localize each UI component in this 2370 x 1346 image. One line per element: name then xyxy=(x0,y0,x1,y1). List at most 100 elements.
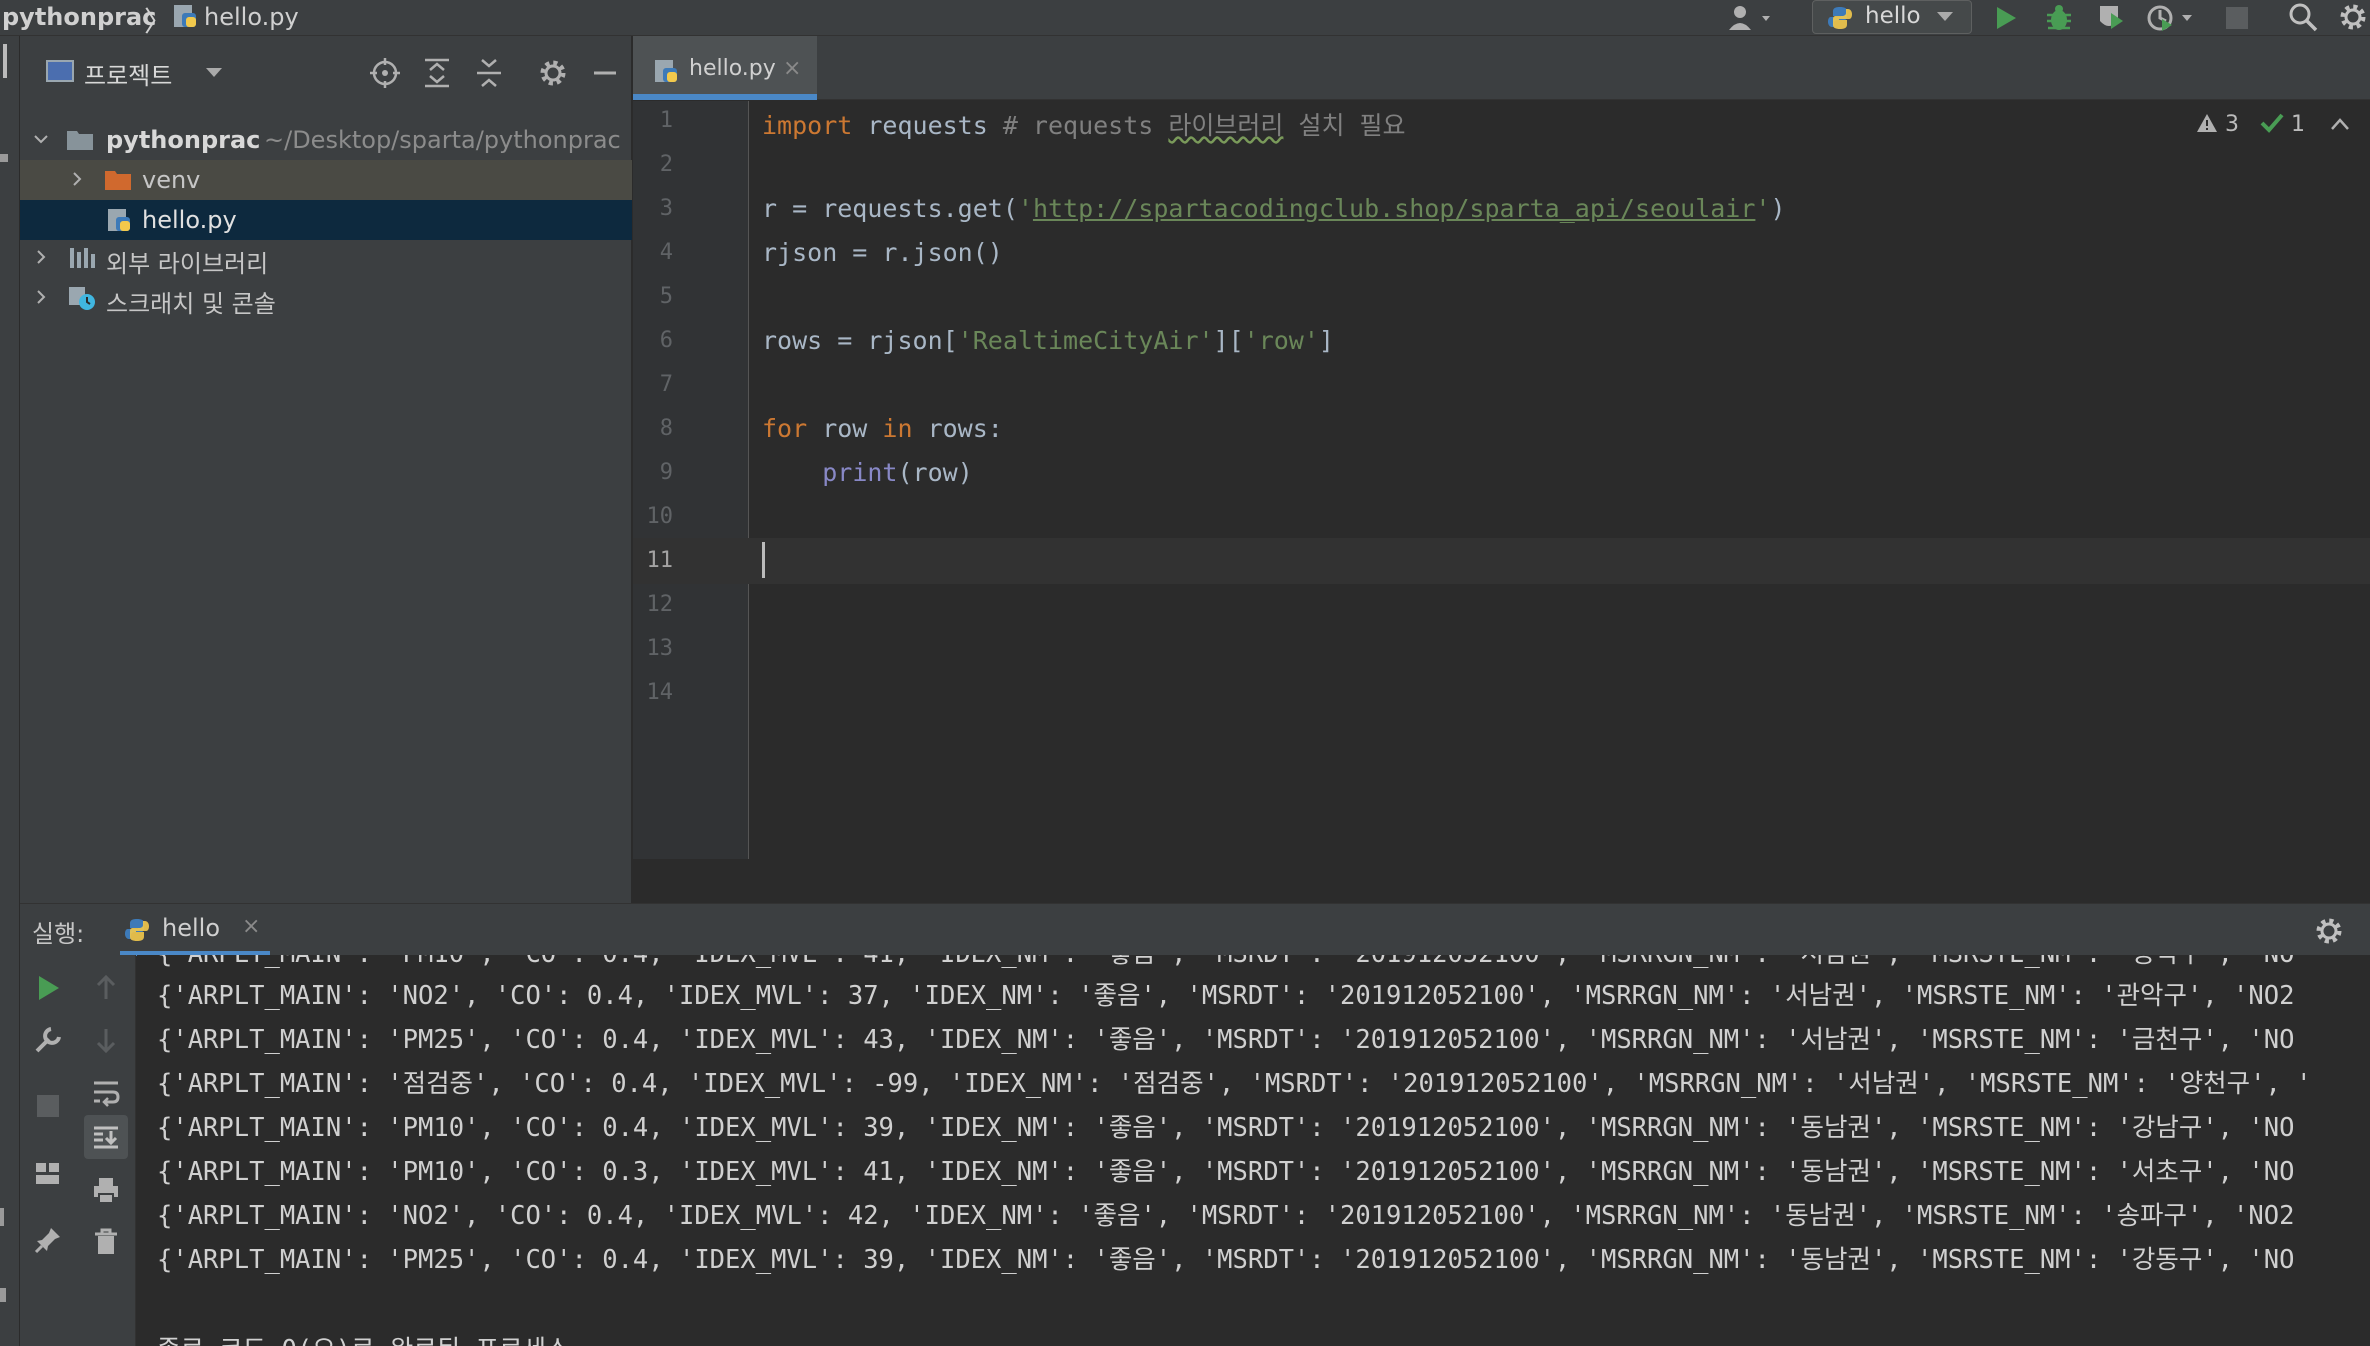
chevron-right-icon[interactable] xyxy=(34,250,48,264)
tree-item-venv[interactable]: venv xyxy=(20,160,632,200)
debug-icon[interactable] xyxy=(2044,3,2074,33)
process-finished-message: 종료 코드 0(으)로 완료된 프로세스 xyxy=(157,1329,569,1346)
code-line-6[interactable]: rows = rjson['RealtimeCityAir']['row'] xyxy=(762,326,1334,355)
stop-icon[interactable] xyxy=(37,1095,59,1117)
gear-icon[interactable] xyxy=(2314,916,2344,946)
tree-item-label: 스크래치 및 콘솔 xyxy=(106,290,276,318)
arrow-down-icon[interactable] xyxy=(91,1025,121,1055)
tree-item-project-root[interactable]: pythonprac ~/Desktop/sparta/pythonprac xyxy=(20,120,632,160)
chevron-right-icon[interactable] xyxy=(34,290,48,304)
run-with-coverage-icon[interactable] xyxy=(2096,3,2126,33)
tree-item-label: pythonprac xyxy=(106,126,261,154)
code-line-9[interactable]: print(row) xyxy=(762,458,973,487)
rerun-icon[interactable] xyxy=(33,973,63,1003)
code-string-quote: ' xyxy=(1017,194,1033,223)
editor-tab-hello-py[interactable]: hello.py × xyxy=(633,36,817,100)
project-panel-header: 프로젝트 xyxy=(20,36,632,108)
favorites-tool-tab[interactable] xyxy=(0,1208,4,1226)
profile-icon[interactable] xyxy=(2146,3,2198,33)
console-line: {'ARPLT_MAIN': '점검중', 'CO': 0.4, 'IDEX_M… xyxy=(157,1069,2312,1099)
structure-tool-tab[interactable] xyxy=(0,154,8,162)
folder-icon xyxy=(67,131,93,150)
settings-gear-icon[interactable] xyxy=(2338,2,2368,32)
scratch-icon xyxy=(69,287,95,310)
code-builtin: print xyxy=(822,458,898,487)
locate-file-icon[interactable] xyxy=(368,56,402,90)
console-line: {'ARPLT_MAIN': 'PM25', 'CO': 0.4, 'IDEX_… xyxy=(157,1025,2295,1055)
tree-item-scratches-and-consoles[interactable]: 스크래치 및 콘솔 xyxy=(20,278,632,318)
excluded-folder-icon xyxy=(105,171,131,190)
user-account-icon[interactable] xyxy=(1726,4,1778,32)
wrench-icon[interactable] xyxy=(33,1025,63,1055)
console-line: {'ARPLT_MAIN': 'PM10', 'CO': 0.3, 'IDEX_… xyxy=(157,1157,2295,1187)
soft-wrap-icon[interactable] xyxy=(91,1077,121,1107)
stop-icon[interactable] xyxy=(2226,7,2248,29)
run-panel-header: 실행: hello × xyxy=(20,903,2370,956)
line-number: 12 xyxy=(646,592,674,617)
code-line-3[interactable]: r = requests.get('http://spartacodingclu… xyxy=(762,194,1786,223)
chevron-up-icon[interactable] xyxy=(2330,117,2350,131)
layout-icon[interactable] xyxy=(33,1159,63,1189)
breadcrumb-file[interactable]: hello.py xyxy=(204,3,299,31)
line-number: 10 xyxy=(646,504,674,529)
inspection-widget[interactable]: 3 1 xyxy=(2196,112,2350,137)
run-configuration-selector[interactable]: hello xyxy=(1812,0,1972,34)
python-file-icon xyxy=(108,209,130,231)
navigation-bar: pythonprac 〉 hello.py hello xyxy=(0,0,2370,38)
chevron-down-icon[interactable] xyxy=(34,132,48,146)
chevron-down-icon[interactable] xyxy=(206,68,222,77)
console-line: {'ARPLT_MAIN': 'NO2', 'CO': 0.4, 'IDEX_M… xyxy=(157,981,2295,1011)
project-panel: 프로젝트 pythonprac ~/Desktop/sparta/pythonp… xyxy=(20,36,632,903)
console-line: {'ARPLT_MAIN': 'PM10', 'CO': 0.4, 'IDEX_… xyxy=(157,1113,2295,1143)
run-tab-label: hello xyxy=(162,914,220,942)
code-token: r = requests.get( xyxy=(762,194,1018,223)
current-line-highlight xyxy=(633,538,2370,584)
collapse-all-icon[interactable] xyxy=(472,56,506,90)
tree-item-external-libraries[interactable]: 외부 라이브러리 xyxy=(20,238,632,278)
hide-panel-icon[interactable] xyxy=(588,56,622,90)
search-icon[interactable] xyxy=(2288,2,2318,32)
chevron-right-icon[interactable] xyxy=(70,172,84,186)
line-number: 1 xyxy=(659,108,673,133)
line-number: 8 xyxy=(659,416,673,441)
check-icon xyxy=(2260,113,2284,133)
text-caret xyxy=(762,542,765,578)
arrow-up-icon[interactable] xyxy=(91,973,121,1003)
scroll-to-end-icon[interactable] xyxy=(91,1122,121,1152)
line-number: 14 xyxy=(646,680,674,705)
code-comment: 설치 필요 xyxy=(1283,111,1406,140)
code-comment-typo: 라이브러리 xyxy=(1168,111,1284,140)
trash-icon[interactable] xyxy=(91,1227,121,1257)
line-number: 5 xyxy=(659,284,673,309)
project-panel-title[interactable]: 프로젝트 xyxy=(84,56,172,91)
gear-icon[interactable] xyxy=(536,56,570,90)
project-tool-tab[interactable] xyxy=(3,44,7,78)
line-number: 4 xyxy=(659,240,673,265)
run-tab-hello[interactable]: hello × xyxy=(120,904,270,956)
line-number: 6 xyxy=(659,328,673,353)
code-token: rows: xyxy=(912,414,1003,443)
code-token: (row) xyxy=(897,458,973,487)
tree-item-label: hello.py xyxy=(142,206,237,234)
console-line: {'ARPLT_MAIN': 'PM10', 'CO': 0.4, 'IDEX_… xyxy=(157,955,2294,970)
run-icon[interactable] xyxy=(1992,4,2020,32)
tree-item-hello-py[interactable]: hello.py xyxy=(20,200,632,240)
line-number: 2 xyxy=(659,152,673,177)
code-line-4[interactable]: rjson = r.json() xyxy=(762,238,1003,267)
code-string-quote: ' xyxy=(1755,194,1771,223)
print-icon[interactable] xyxy=(91,1175,121,1205)
close-icon[interactable]: × xyxy=(783,56,801,81)
run-panel-label: 실행: xyxy=(32,920,85,948)
tree-item-path: ~/Desktop/sparta/pythonprac xyxy=(264,126,621,154)
code-token: ] xyxy=(1318,326,1334,355)
pin-icon[interactable] xyxy=(33,1225,63,1255)
close-icon[interactable]: × xyxy=(242,914,260,939)
bottom-tool-tab[interactable] xyxy=(0,1288,6,1302)
breadcrumb-project[interactable]: pythonprac xyxy=(2,3,156,31)
code-url-link[interactable]: http://spartacodingclub.shop/sparta_api/… xyxy=(1033,194,1755,223)
console-output[interactable]: {'ARPLT_MAIN': 'PM10', 'CO': 0.4, 'IDEX_… xyxy=(137,955,2370,1346)
python-icon xyxy=(125,919,149,941)
code-line-1[interactable]: import requests # requests 라이브러리 설치 필요 xyxy=(762,106,1406,142)
expand-all-icon[interactable] xyxy=(420,56,454,90)
code-line-8[interactable]: for row in rows: xyxy=(762,414,1003,443)
